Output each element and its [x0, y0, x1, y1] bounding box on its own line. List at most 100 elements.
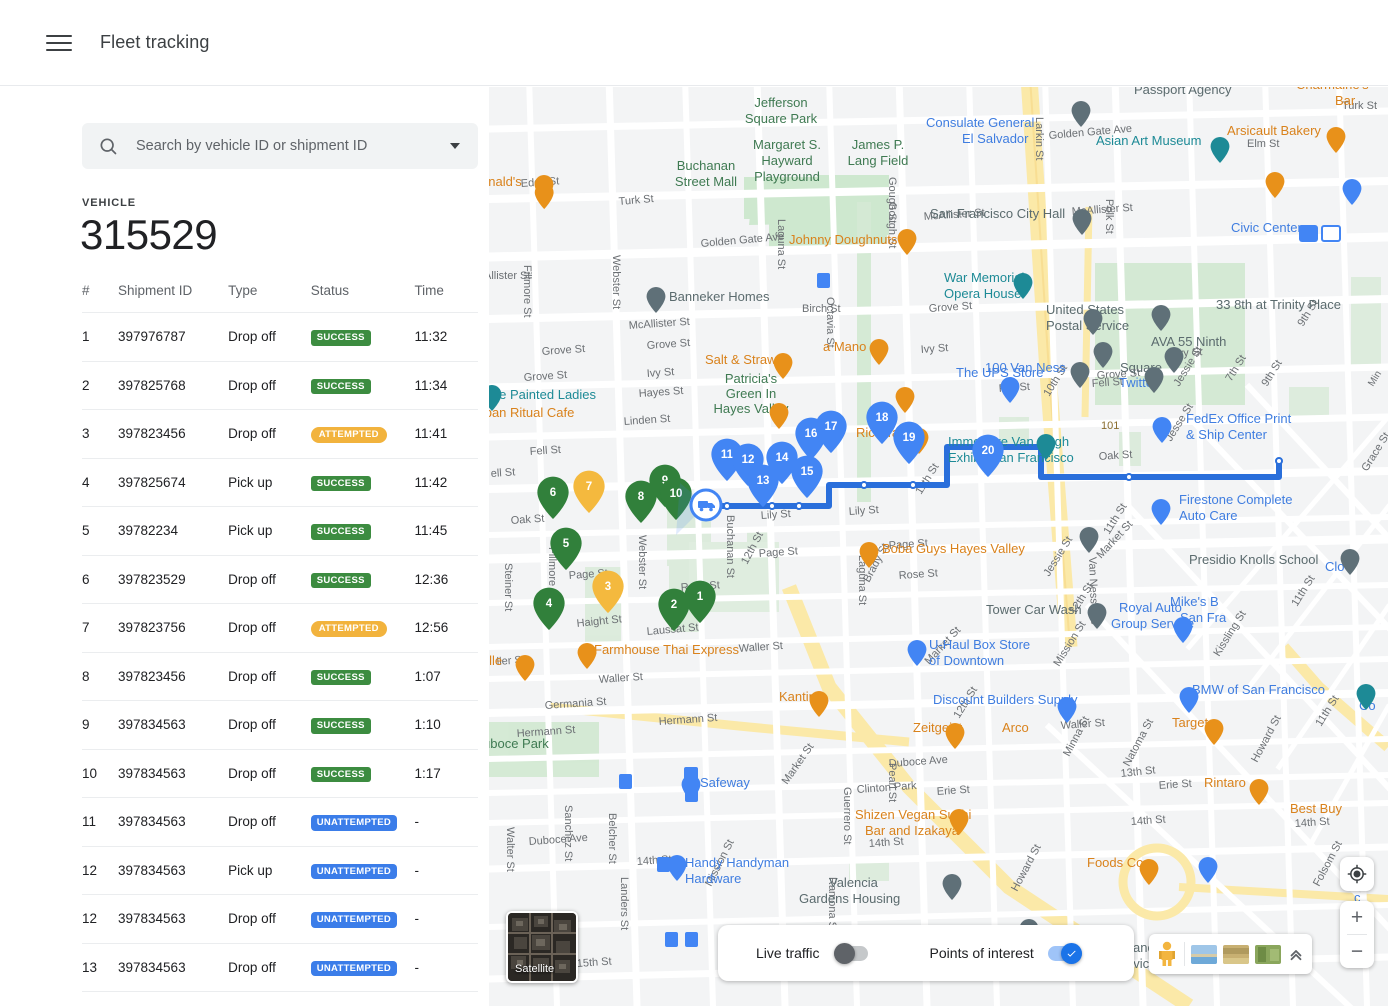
- svg-text:Lily St: Lily St: [760, 508, 791, 522]
- table-row[interactable]: 12397834563Drop offUNATTEMPTED-: [82, 895, 478, 944]
- svg-text:Asian Art Museum: Asian Art Museum: [1096, 133, 1202, 148]
- cell-status: UNATTEMPTED: [311, 846, 415, 895]
- table-row[interactable]: 3397823456Drop offATTEMPTED11:41: [82, 410, 478, 459]
- search-bar[interactable]: [82, 123, 478, 169]
- svg-text:16: 16: [805, 428, 818, 440]
- table-row[interactable]: 4397825674Pick upSUCCESS11:42: [82, 458, 478, 507]
- svg-text:Polk St: Polk St: [1103, 199, 1115, 234]
- svg-text:Webster St: Webster St: [636, 535, 648, 589]
- svg-text:eille: eille: [489, 653, 502, 668]
- table-row[interactable]: 539782234Pick upSUCCESS11:45: [82, 507, 478, 556]
- svg-text:Arsicault Bakery: Arsicault Bakery: [1227, 123, 1321, 138]
- pegman-icon[interactable]: [1156, 941, 1178, 967]
- svg-text:Guerrero St: Guerrero St: [841, 787, 853, 844]
- svg-text:11: 11: [721, 449, 734, 461]
- cell-status: SUCCESS: [311, 507, 415, 556]
- points-of-interest-toggle-group[interactable]: Points of interest: [930, 945, 1082, 961]
- table-row[interactable]: 10397834563Drop offSUCCESS1:17: [82, 749, 478, 798]
- status-badge: SUCCESS: [311, 718, 371, 734]
- status-badge: SUCCESS: [311, 524, 371, 540]
- table-header-row: # Shipment ID Type Status Time: [82, 283, 478, 313]
- svg-text:Valencia: Valencia: [829, 875, 879, 890]
- app-bar: Fleet tracking: [0, 0, 1388, 86]
- live-traffic-toggle[interactable]: [834, 946, 868, 961]
- status-badge: SUCCESS: [311, 379, 371, 395]
- layer-thumb-terrain[interactable]: [1191, 945, 1217, 964]
- cell-status: UNATTEMPTED: [311, 943, 415, 992]
- svg-text:14th St: 14th St: [1294, 816, 1330, 830]
- column-header-shipment-id: Shipment ID: [118, 283, 228, 313]
- svg-text:uboce Park: uboce Park: [489, 736, 549, 751]
- cell-number: 6: [82, 555, 118, 604]
- table-row[interactable]: 2397825768Drop offSUCCESS11:34: [82, 361, 478, 410]
- svg-text:Erie St: Erie St: [1158, 778, 1192, 792]
- svg-text:Lily St: Lily St: [848, 504, 879, 518]
- chevron-up-icon[interactable]: [1287, 945, 1305, 963]
- cell-time: 12:36: [414, 555, 478, 604]
- my-location-button[interactable]: [1340, 857, 1374, 891]
- hamburger-menu-icon[interactable]: [46, 30, 72, 56]
- points-of-interest-toggle[interactable]: [1048, 946, 1082, 961]
- cell-shipment-id: 397834563: [118, 895, 228, 944]
- svg-text:3: 3: [605, 581, 611, 593]
- table-row[interactable]: 14397834563Drop offUNATTEMPTED-: [82, 992, 478, 1006]
- live-traffic-toggle-group[interactable]: Live traffic: [756, 945, 868, 961]
- svg-text:Belcher St: Belcher St: [606, 813, 618, 864]
- cell-type: Drop off: [228, 555, 311, 604]
- layer-thumb-hybrid[interactable]: [1255, 945, 1281, 964]
- table-row[interactable]: 6397823529Drop offSUCCESS12:36: [82, 555, 478, 604]
- svg-text:The Painted Ladies: The Painted Ladies: [489, 387, 597, 402]
- cell-time: 11:45: [414, 507, 478, 556]
- cell-number: 10: [82, 749, 118, 798]
- layer-thumb-satellite[interactable]: [1223, 945, 1249, 964]
- table-row[interactable]: 13397834563Drop offUNATTEMPTED-: [82, 943, 478, 992]
- cell-time: -: [414, 895, 478, 944]
- cell-type: Drop off: [228, 992, 311, 1006]
- cell-status: ATTEMPTED: [311, 410, 415, 459]
- svg-text:of Downtown: of Downtown: [929, 653, 1004, 668]
- satellite-layer-button[interactable]: Satellite: [506, 911, 578, 983]
- cell-number: 5: [82, 507, 118, 556]
- table-row[interactable]: 8397823456Drop offSUCCESS1:07: [82, 652, 478, 701]
- map-controls: + −: [1340, 857, 1374, 968]
- table-row[interactable]: 1397976787Drop offSUCCESS11:32: [82, 313, 478, 362]
- cell-type: Pick up: [228, 846, 311, 895]
- zoom-in-button[interactable]: +: [1340, 901, 1374, 934]
- svg-text:Buchanan: Buchanan: [677, 158, 736, 173]
- table-row[interactable]: 11397834563Drop offUNATTEMPTED-: [82, 798, 478, 847]
- svg-text:Bar: Bar: [1335, 93, 1356, 108]
- svg-text:Consulate General: Consulate General: [926, 115, 1035, 130]
- map-tiles: Eddy St Turk St Turk St Elm St Golden Ga…: [489, 87, 1388, 1006]
- cell-shipment-id: 397834563: [118, 943, 228, 992]
- cell-time: 11:41: [414, 410, 478, 459]
- zoom-out-button[interactable]: −: [1340, 935, 1374, 968]
- status-badge: SUCCESS: [311, 670, 371, 686]
- svg-text:12: 12: [742, 454, 755, 466]
- svg-text:Civic Center: Civic Center: [1231, 220, 1302, 235]
- column-header-type: Type: [228, 283, 311, 313]
- svg-text:Presidio Knolls School: Presidio Knolls School: [1189, 552, 1318, 567]
- cell-type: Pick up: [228, 507, 311, 556]
- svg-text:Oak St: Oak St: [510, 513, 544, 527]
- svg-text:El Salvador: El Salvador: [962, 131, 1029, 146]
- chevron-down-icon[interactable]: [440, 143, 470, 149]
- svg-text:Royal Auto: Royal Auto: [1119, 600, 1182, 615]
- table-row[interactable]: 7397823756Drop offATTEMPTED12:56: [82, 604, 478, 653]
- svg-text:Johnny Doughnuts: Johnny Doughnuts: [789, 232, 898, 247]
- cell-number: 7: [82, 604, 118, 653]
- table-row[interactable]: 12397834563Pick upUNATTEMPTED-: [82, 846, 478, 895]
- svg-text:War Memorial: War Memorial: [944, 270, 1025, 285]
- map-canvas[interactable]: Eddy St Turk St Turk St Elm St Golden Ga…: [489, 87, 1388, 1006]
- svg-text:Buchanan St: Buchanan St: [724, 515, 736, 578]
- cell-number: 12: [82, 895, 118, 944]
- table-row[interactable]: 9397834563Drop offSUCCESS1:10: [82, 701, 478, 750]
- map-options-bar: Live traffic Points of interest: [718, 925, 1134, 981]
- status-badge: UNATTEMPTED: [311, 815, 397, 831]
- column-header-number: #: [82, 283, 118, 313]
- cell-type: Drop off: [228, 361, 311, 410]
- svg-text:20: 20: [982, 445, 995, 457]
- svg-text:Steiner St: Steiner St: [502, 563, 514, 611]
- svg-text:Banneker Homes: Banneker Homes: [669, 289, 770, 304]
- cell-shipment-id: 397834563: [118, 701, 228, 750]
- search-input[interactable]: [134, 137, 440, 155]
